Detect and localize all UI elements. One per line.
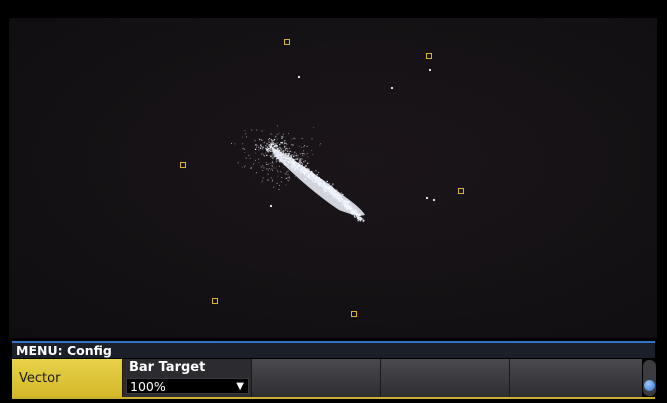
vector-button-label: Vector	[19, 370, 61, 386]
menu-title-bar: MENU: Config	[12, 341, 655, 358]
menu-scrollbar[interactable]	[643, 360, 656, 396]
function-key-3[interactable]	[252, 359, 381, 397]
bottom-accent-line	[12, 397, 655, 399]
bar-target-select[interactable]: 100% ▼	[126, 378, 249, 394]
bar-target-label: Bar Target	[129, 360, 206, 375]
vectorscope-display	[9, 18, 657, 338]
bar-target-value: 100%	[130, 379, 166, 394]
vector-button[interactable]: Vector	[12, 359, 123, 397]
bar-target-key[interactable]: Bar Target 100% ▼	[123, 359, 252, 397]
vector-trace	[231, 68, 436, 223]
scroll-thumb-icon[interactable]	[644, 380, 655, 391]
menu-title: MENU: Config	[16, 343, 112, 358]
monitor-screen: MENU: Config Vector Bar Target 100% ▼	[0, 0, 667, 403]
function-key-bar: Vector Bar Target 100% ▼	[12, 359, 642, 397]
function-key-4[interactable]	[381, 359, 510, 397]
chevron-down-icon: ▼	[236, 381, 244, 392]
function-key-5[interactable]	[510, 359, 642, 397]
